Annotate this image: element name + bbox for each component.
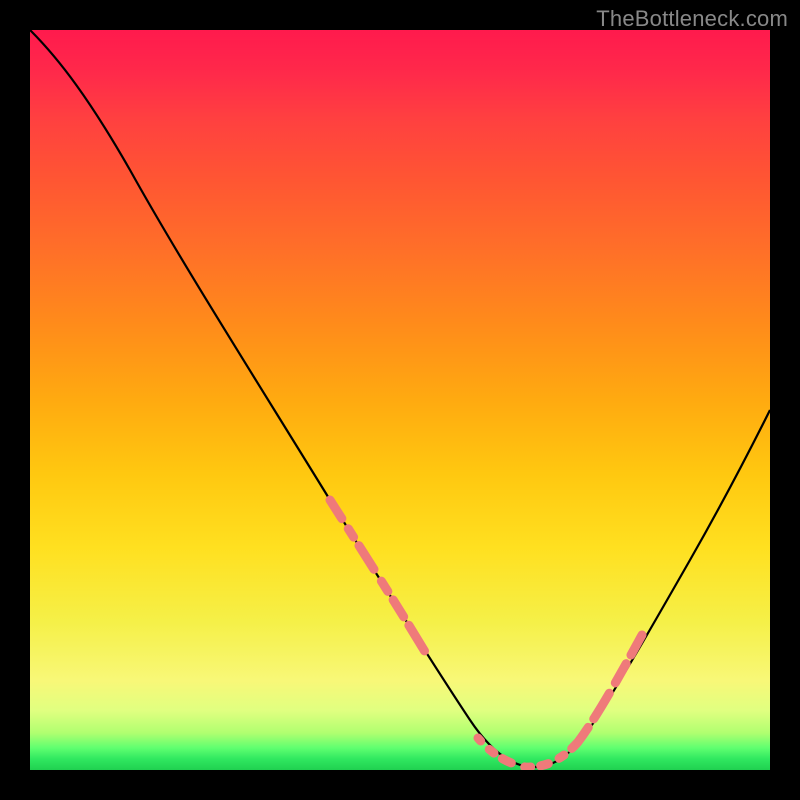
plot-area — [30, 30, 770, 770]
highlight-left-dash — [330, 500, 478, 738]
highlight-right-dash — [578, 635, 642, 742]
curve-svg — [30, 30, 770, 770]
main-curve — [30, 30, 770, 767]
chart-container: TheBottleneck.com — [0, 0, 800, 800]
highlight-bottom-dots — [478, 738, 578, 767]
watermark-text: TheBottleneck.com — [596, 6, 788, 32]
